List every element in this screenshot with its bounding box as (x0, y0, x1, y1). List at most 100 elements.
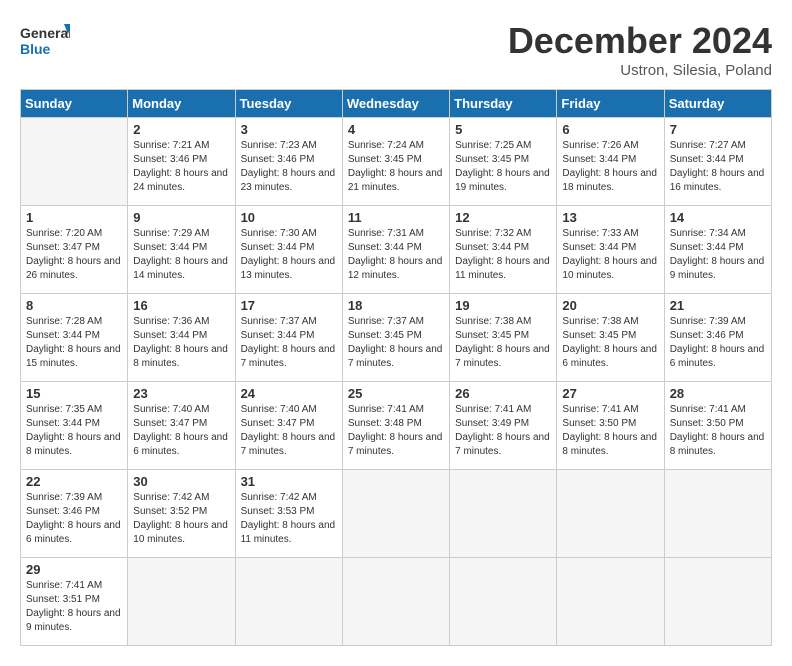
day-info: Sunrise: 7:25 AM Sunset: 3:45 PM Dayligh… (455, 139, 551, 195)
day-number: 18 (348, 298, 444, 313)
calendar-day: 28 Sunrise: 7:41 AM Sunset: 3:50 PM Dayl… (664, 382, 771, 470)
day-number: 26 (455, 386, 551, 401)
calendar-week: 29 Sunrise: 7:41 AM Sunset: 3:51 PM Dayl… (21, 558, 772, 646)
calendar-day: 16 Sunrise: 7:36 AM Sunset: 3:44 PM Dayl… (128, 294, 235, 382)
day-number: 8 (26, 298, 122, 313)
svg-text:Blue: Blue (20, 41, 51, 57)
calendar-day (557, 558, 664, 646)
day-number: 3 (241, 122, 337, 137)
day-number: 20 (562, 298, 658, 313)
day-number: 23 (133, 386, 229, 401)
day-info: Sunrise: 7:28 AM Sunset: 3:44 PM Dayligh… (26, 315, 122, 371)
calendar-day (342, 558, 449, 646)
day-number: 19 (455, 298, 551, 313)
col-wednesday: Wednesday (342, 90, 449, 118)
day-info: Sunrise: 7:37 AM Sunset: 3:44 PM Dayligh… (241, 315, 337, 371)
calendar-day: 2 Sunrise: 7:21 AM Sunset: 3:46 PM Dayli… (128, 118, 235, 206)
day-number: 27 (562, 386, 658, 401)
day-info: Sunrise: 7:36 AM Sunset: 3:44 PM Dayligh… (133, 315, 229, 371)
month-title: December 2024 (508, 20, 772, 62)
calendar-day: 1 Sunrise: 7:20 AM Sunset: 3:47 PM Dayli… (21, 206, 128, 294)
day-info: Sunrise: 7:20 AM Sunset: 3:47 PM Dayligh… (26, 227, 122, 283)
calendar-day: 31 Sunrise: 7:42 AM Sunset: 3:53 PM Dayl… (235, 470, 342, 558)
day-info: Sunrise: 7:41 AM Sunset: 3:50 PM Dayligh… (670, 403, 766, 459)
day-info: Sunrise: 7:38 AM Sunset: 3:45 PM Dayligh… (562, 315, 658, 371)
day-number: 16 (133, 298, 229, 313)
calendar-day: 22 Sunrise: 7:39 AM Sunset: 3:46 PM Dayl… (21, 470, 128, 558)
calendar-day: 13 Sunrise: 7:33 AM Sunset: 3:44 PM Dayl… (557, 206, 664, 294)
day-number: 14 (670, 210, 766, 225)
calendar-day: 27 Sunrise: 7:41 AM Sunset: 3:50 PM Dayl… (557, 382, 664, 470)
calendar-table: Sunday Monday Tuesday Wednesday Thursday… (20, 89, 772, 646)
day-info: Sunrise: 7:34 AM Sunset: 3:44 PM Dayligh… (670, 227, 766, 283)
day-number: 28 (670, 386, 766, 401)
calendar-day: 15 Sunrise: 7:35 AM Sunset: 3:44 PM Dayl… (21, 382, 128, 470)
calendar-day: 5 Sunrise: 7:25 AM Sunset: 3:45 PM Dayli… (450, 118, 557, 206)
calendar-day (557, 470, 664, 558)
day-number: 5 (455, 122, 551, 137)
day-number: 13 (562, 210, 658, 225)
calendar-day: 7 Sunrise: 7:27 AM Sunset: 3:44 PM Dayli… (664, 118, 771, 206)
day-number: 1 (26, 210, 122, 225)
day-info: Sunrise: 7:38 AM Sunset: 3:45 PM Dayligh… (455, 315, 551, 371)
svg-text:General: General (20, 25, 70, 41)
day-number: 9 (133, 210, 229, 225)
calendar-day: 19 Sunrise: 7:38 AM Sunset: 3:45 PM Dayl… (450, 294, 557, 382)
location: Ustron, Silesia, Poland (508, 62, 772, 79)
day-info: Sunrise: 7:35 AM Sunset: 3:44 PM Dayligh… (26, 403, 122, 459)
day-info: Sunrise: 7:41 AM Sunset: 3:50 PM Dayligh… (562, 403, 658, 459)
day-number: 29 (26, 562, 122, 577)
day-info: Sunrise: 7:33 AM Sunset: 3:44 PM Dayligh… (562, 227, 658, 283)
logo: General Blue (20, 20, 70, 64)
logo-svg: General Blue (20, 20, 70, 64)
day-info: Sunrise: 7:30 AM Sunset: 3:44 PM Dayligh… (241, 227, 337, 283)
calendar-day: 4 Sunrise: 7:24 AM Sunset: 3:45 PM Dayli… (342, 118, 449, 206)
calendar-day: 24 Sunrise: 7:40 AM Sunset: 3:47 PM Dayl… (235, 382, 342, 470)
col-thursday: Thursday (450, 90, 557, 118)
calendar-day: 25 Sunrise: 7:41 AM Sunset: 3:48 PM Dayl… (342, 382, 449, 470)
calendar-day (450, 470, 557, 558)
day-number: 10 (241, 210, 337, 225)
day-number: 4 (348, 122, 444, 137)
page-header: General Blue December 2024 Ustron, Siles… (20, 20, 772, 79)
day-info: Sunrise: 7:39 AM Sunset: 3:46 PM Dayligh… (670, 315, 766, 371)
calendar-day: 23 Sunrise: 7:40 AM Sunset: 3:47 PM Dayl… (128, 382, 235, 470)
day-number: 22 (26, 474, 122, 489)
day-number: 30 (133, 474, 229, 489)
day-info: Sunrise: 7:23 AM Sunset: 3:46 PM Dayligh… (241, 139, 337, 195)
day-info: Sunrise: 7:32 AM Sunset: 3:44 PM Dayligh… (455, 227, 551, 283)
calendar-day: 3 Sunrise: 7:23 AM Sunset: 3:46 PM Dayli… (235, 118, 342, 206)
calendar-day: 11 Sunrise: 7:31 AM Sunset: 3:44 PM Dayl… (342, 206, 449, 294)
calendar-day: 30 Sunrise: 7:42 AM Sunset: 3:52 PM Dayl… (128, 470, 235, 558)
day-info: Sunrise: 7:41 AM Sunset: 3:48 PM Dayligh… (348, 403, 444, 459)
day-number: 6 (562, 122, 658, 137)
day-number: 2 (133, 122, 229, 137)
day-info: Sunrise: 7:40 AM Sunset: 3:47 PM Dayligh… (133, 403, 229, 459)
day-number: 11 (348, 210, 444, 225)
calendar-day: 20 Sunrise: 7:38 AM Sunset: 3:45 PM Dayl… (557, 294, 664, 382)
calendar-day (664, 470, 771, 558)
title-block: December 2024 Ustron, Silesia, Poland (508, 20, 772, 79)
calendar-week: 1 Sunrise: 7:20 AM Sunset: 3:47 PM Dayli… (21, 206, 772, 294)
calendar-day (664, 558, 771, 646)
calendar-day (128, 558, 235, 646)
calendar-day: 6 Sunrise: 7:26 AM Sunset: 3:44 PM Dayli… (557, 118, 664, 206)
calendar-day (235, 558, 342, 646)
header-row: Sunday Monday Tuesday Wednesday Thursday… (21, 90, 772, 118)
calendar-week: 15 Sunrise: 7:35 AM Sunset: 3:44 PM Dayl… (21, 382, 772, 470)
day-number: 21 (670, 298, 766, 313)
calendar-day: 17 Sunrise: 7:37 AM Sunset: 3:44 PM Dayl… (235, 294, 342, 382)
calendar-day (342, 470, 449, 558)
day-number: 24 (241, 386, 337, 401)
col-tuesday: Tuesday (235, 90, 342, 118)
calendar-day: 14 Sunrise: 7:34 AM Sunset: 3:44 PM Dayl… (664, 206, 771, 294)
calendar-week: 2 Sunrise: 7:21 AM Sunset: 3:46 PM Dayli… (21, 118, 772, 206)
col-friday: Friday (557, 90, 664, 118)
calendar-day: 18 Sunrise: 7:37 AM Sunset: 3:45 PM Dayl… (342, 294, 449, 382)
day-info: Sunrise: 7:42 AM Sunset: 3:52 PM Dayligh… (133, 491, 229, 547)
calendar-day (450, 558, 557, 646)
calendar-week: 8 Sunrise: 7:28 AM Sunset: 3:44 PM Dayli… (21, 294, 772, 382)
col-sunday: Sunday (21, 90, 128, 118)
calendar-day: 10 Sunrise: 7:30 AM Sunset: 3:44 PM Dayl… (235, 206, 342, 294)
col-saturday: Saturday (664, 90, 771, 118)
